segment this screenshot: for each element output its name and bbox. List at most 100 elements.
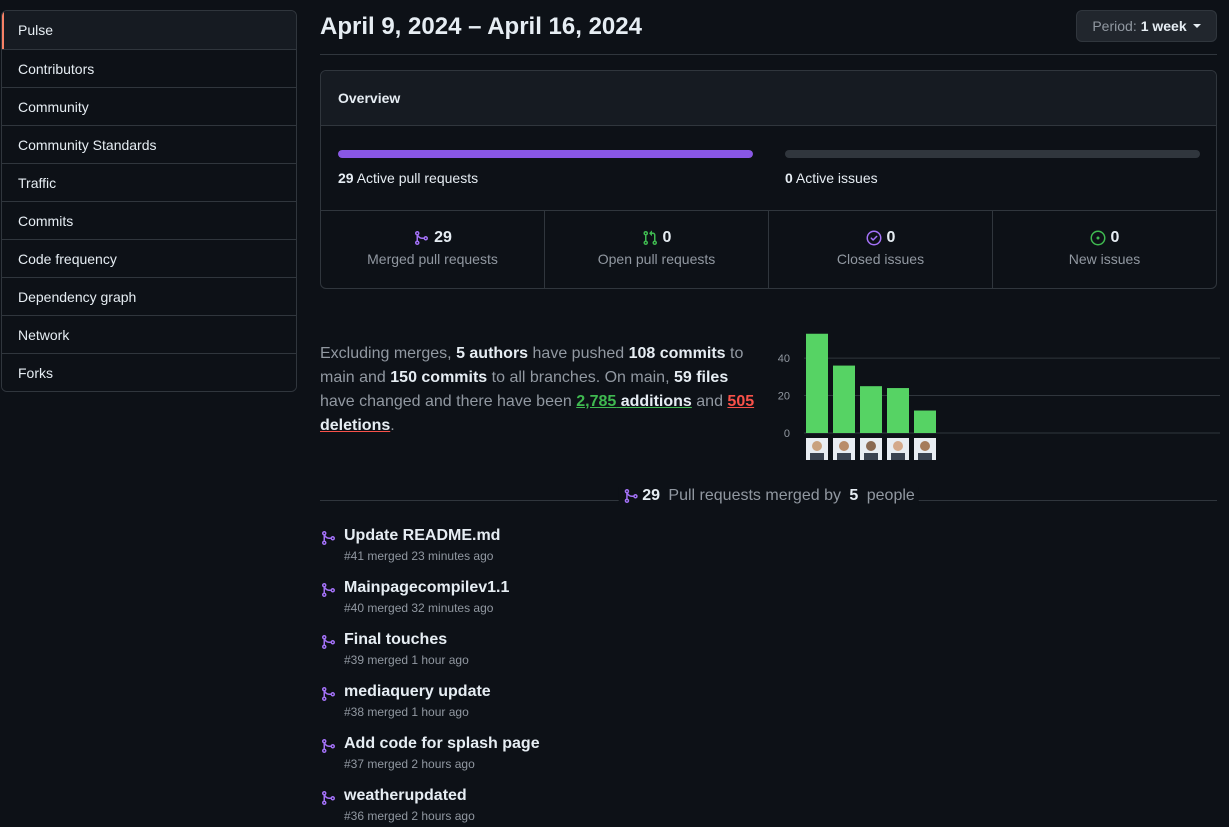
merged-pull-requests-count: 29	[434, 229, 452, 246]
avatar-body	[837, 453, 851, 460]
merged-by-text: Pull requests merged by	[663, 487, 846, 504]
contributor-commit-bar[interactable]	[914, 410, 936, 433]
pull-request-title-link[interactable]: Final touches	[344, 631, 469, 649]
sidebar-item-label: Community	[18, 98, 89, 115]
list-item: weatherupdated #36 merged 2 hours ago	[320, 787, 540, 827]
period-dropdown-button[interactable]: Period: 1 week	[1076, 10, 1217, 42]
pull-request-meta: #36 merged 2 hours ago	[344, 809, 475, 823]
closed-issues-stat[interactable]: 0 Closed issues	[768, 211, 992, 288]
summary-text: have pushed	[528, 345, 629, 362]
sidebar-item-label: Forks	[18, 364, 53, 381]
period-label: Period:	[1092, 18, 1137, 34]
git-merge-icon	[624, 489, 638, 503]
pull-request-title-link[interactable]: Update README.md	[344, 527, 500, 545]
avatar-body	[864, 453, 878, 460]
pull-request-meta: #41 merged 23 minutes ago	[344, 549, 494, 563]
sidebar-item-label: Dependency graph	[18, 288, 137, 305]
summary-text: .	[390, 417, 395, 434]
sidebar-item-contributors[interactable]: Contributors	[2, 49, 296, 87]
active-pull-requests-caption[interactable]: 29 Active pull requests	[338, 170, 478, 186]
summary-text: have changed and there have been	[320, 393, 577, 410]
closed-issues-count: 0	[886, 229, 896, 246]
additions-label: additions	[616, 393, 692, 410]
deletions-label: deletions	[320, 417, 391, 434]
additions-link[interactable]: 2,785 additions	[576, 393, 692, 410]
contributor-commit-bar[interactable]	[887, 388, 909, 433]
git-merge-icon	[322, 739, 336, 753]
sidebar-item-label: Commits	[18, 212, 74, 229]
git-merge-icon	[322, 635, 336, 649]
page-title: April 9, 2024 – April 16, 2024	[320, 13, 642, 40]
open-pull-requests-label: Open pull requests	[597, 251, 716, 267]
sidebar-item-label: Contributors	[18, 60, 95, 77]
avatar[interactable]	[806, 438, 828, 460]
y-tick-label: 40	[778, 353, 790, 365]
sidebar-item-label: Pulse	[18, 22, 54, 38]
list-item: Add code for splash page #37 merged 2 hou…	[320, 735, 540, 787]
git-merge-icon	[322, 531, 336, 545]
git-merge-icon	[322, 687, 336, 701]
avatar-head	[920, 441, 930, 451]
pull-request-title-link[interactable]: mediaquery update	[344, 683, 491, 701]
merged-pull-requests-stat[interactable]: 29 Merged pull requests	[321, 211, 544, 288]
sidebar-item-label: Network	[18, 326, 70, 343]
new-issues-count: 0	[1110, 229, 1120, 246]
pull-request-meta: #39 merged 1 hour ago	[344, 653, 469, 667]
sidebar-item-community[interactable]: Community	[2, 87, 296, 125]
y-tick-label: 20	[778, 391, 790, 403]
header-divider	[320, 54, 1217, 55]
sidebar-item-commits[interactable]: Commits	[2, 201, 296, 239]
sidebar-item-dependency-graph[interactable]: Dependency graph	[2, 277, 296, 315]
git-merge-icon	[322, 791, 336, 805]
additions-count: 2,785	[576, 393, 617, 410]
all-commits-count: 150 commits	[390, 369, 488, 386]
merged-pull-requests-label: Merged pull requests	[367, 251, 498, 267]
open-pull-requests-stat[interactable]: 0 Open pull requests	[544, 211, 768, 288]
active-issues-count: 0	[785, 170, 793, 186]
pull-request-title-link[interactable]: Mainpagecompilev1.1	[344, 579, 509, 597]
contributor-commit-bar[interactable]	[833, 365, 855, 433]
pull-request-meta: #40 merged 32 minutes ago	[344, 601, 494, 615]
list-item: Update README.md #41 merged 23 minutes ag…	[320, 527, 540, 579]
sidebar-item-label: Traffic	[18, 174, 57, 191]
git-pull-request-icon	[643, 230, 657, 246]
avatar-body	[810, 453, 824, 460]
sidebar-item-forks[interactable]: Forks	[2, 353, 296, 391]
issues-bar[interactable]	[785, 150, 1200, 158]
sidebar-item-code-frequency[interactable]: Code frequency	[2, 239, 296, 277]
pull-request-title-link[interactable]: weatherupdated	[344, 787, 475, 805]
pull-request-meta: #37 merged 2 hours ago	[344, 757, 475, 771]
sidebar-item-pulse[interactable]: Pulse	[2, 11, 296, 49]
pull-requests-bar[interactable]	[338, 150, 753, 158]
avatar[interactable]	[860, 438, 882, 460]
insights-sidebar: Pulse Contributors Community Community S…	[1, 10, 297, 392]
issue-closed-icon	[866, 230, 882, 246]
summary-text: Excluding merges,	[320, 345, 457, 362]
sidebar-item-network[interactable]: Network	[2, 315, 296, 353]
new-issues-stat[interactable]: 0 New issues	[992, 211, 1216, 288]
sidebar-item-community-standards[interactable]: Community Standards	[2, 125, 296, 163]
avatar[interactable]	[914, 438, 936, 460]
pull-requests-merged-header: 29 Pull requests merged by 5 people	[320, 484, 1217, 508]
contributor-commit-bar[interactable]	[860, 386, 882, 433]
avatar-head	[839, 441, 849, 451]
active-issues-caption[interactable]: 0 Active issues	[785, 170, 878, 186]
active-issues-label: Active issues	[795, 170, 878, 186]
merged-pull-requests-list: Update README.md #41 merged 23 minutes ag…	[320, 527, 540, 827]
avatar[interactable]	[833, 438, 855, 460]
period-value: 1 week	[1140, 18, 1187, 34]
avatar[interactable]	[887, 438, 909, 460]
files-changed-count: 59 files	[673, 369, 729, 386]
avatar-head	[893, 441, 903, 451]
sidebar-item-traffic[interactable]: Traffic	[2, 163, 296, 201]
new-issues-label: New issues	[1068, 251, 1141, 267]
merged-count: 29	[642, 487, 660, 504]
deletions-count: 505	[727, 393, 755, 410]
sidebar-item-label: Code frequency	[18, 250, 117, 267]
pull-request-title-link[interactable]: Add code for splash page	[344, 735, 540, 753]
overview-stats: 29 Merged pull requests 0 Open pull requ…	[321, 211, 1216, 288]
main-commits-count: 108 commits	[628, 345, 726, 362]
open-pull-requests-count: 0	[662, 229, 672, 246]
contributor-commit-bar[interactable]	[806, 333, 828, 433]
pull-requests-bar-fill	[338, 150, 753, 158]
